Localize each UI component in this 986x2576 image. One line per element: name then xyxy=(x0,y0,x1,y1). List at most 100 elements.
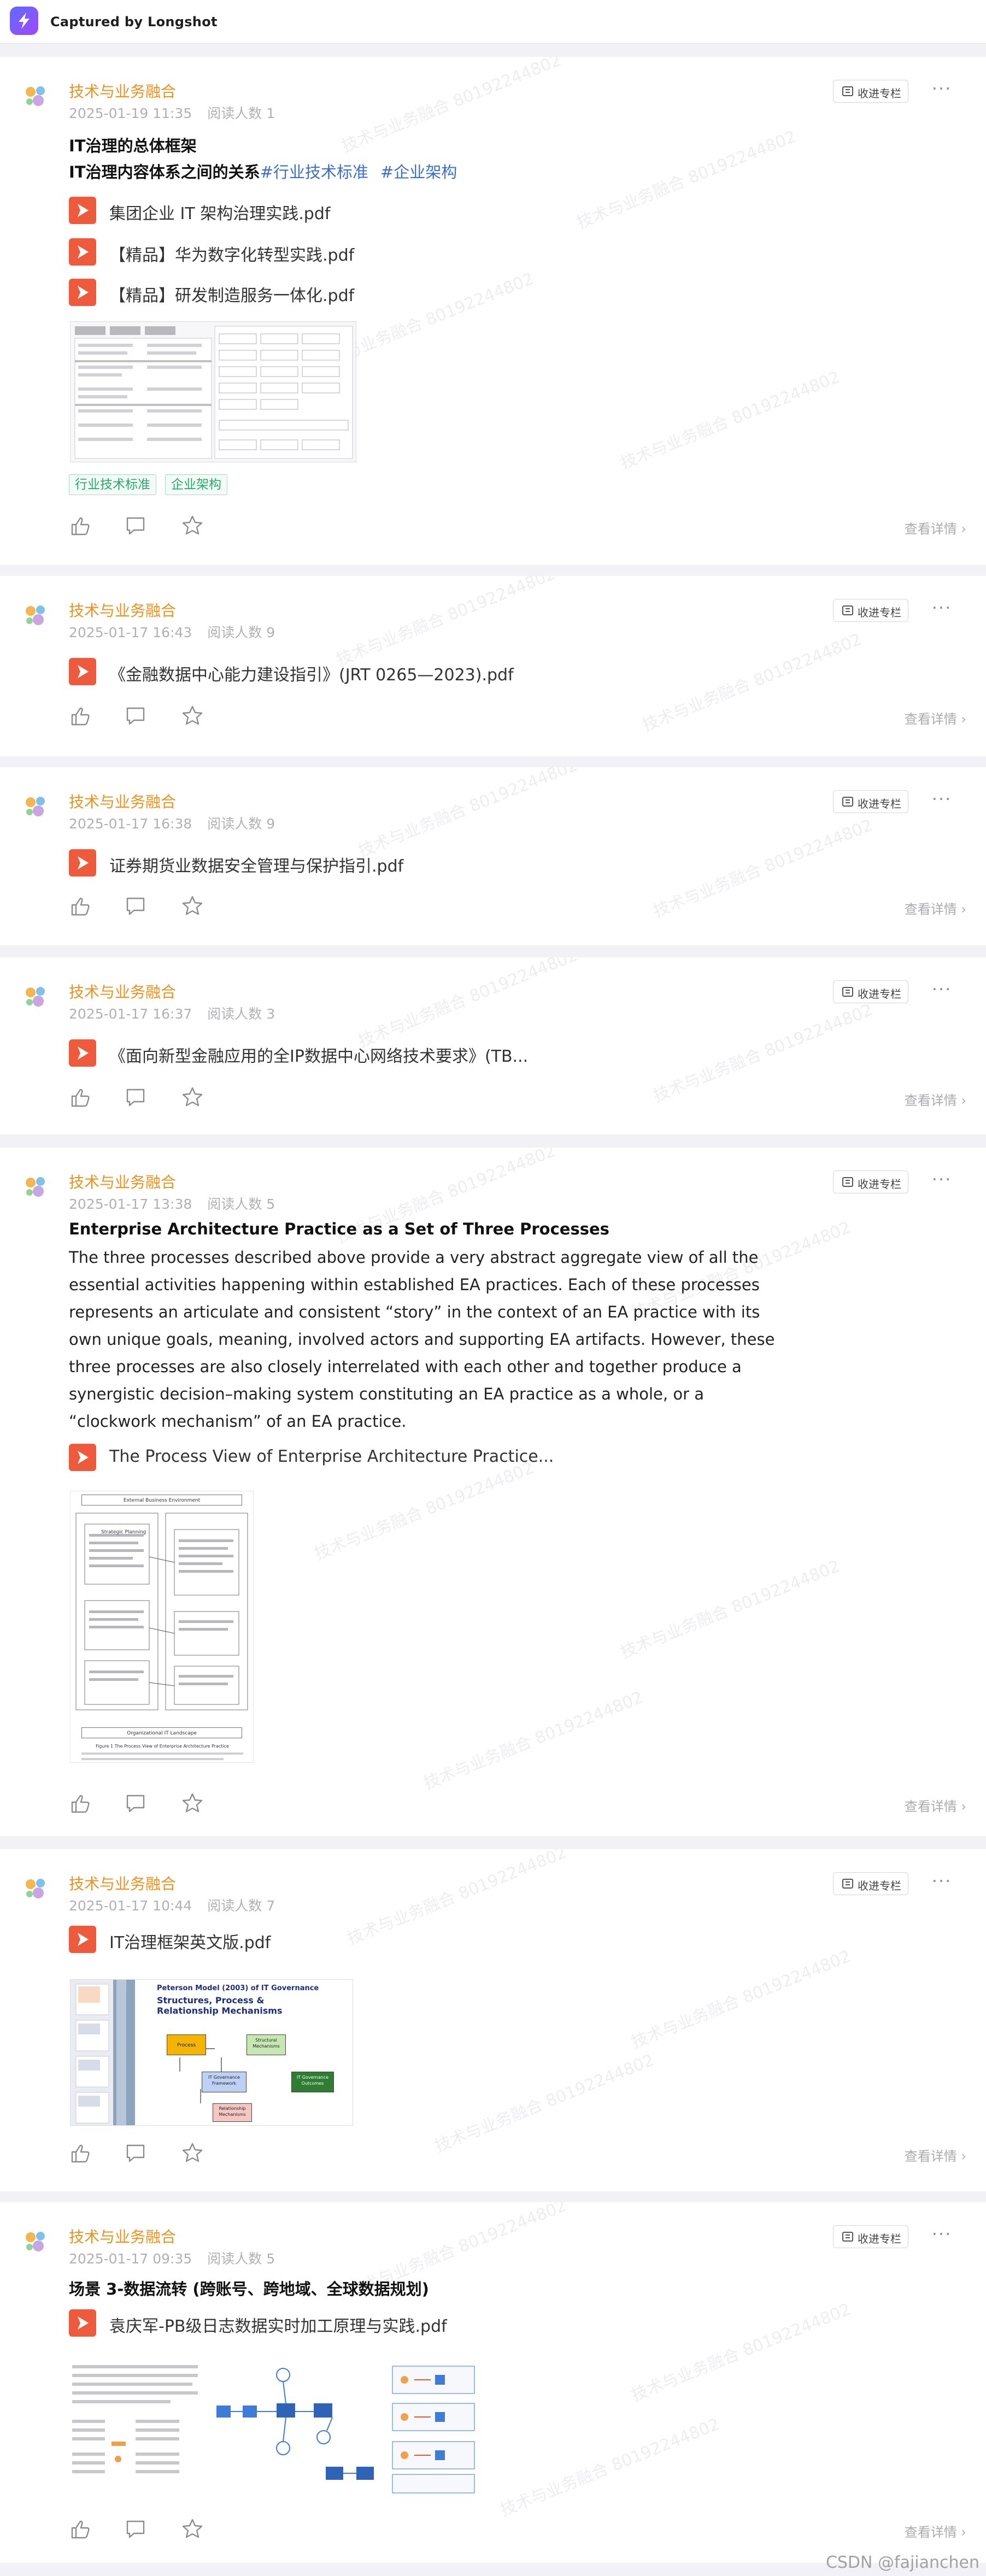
star-icon[interactable] xyxy=(181,1086,203,1108)
post-image-thumbnail[interactable] xyxy=(70,2360,507,2496)
collect-button[interactable]: 收进专栏 xyxy=(833,1872,908,1895)
author-name[interactable]: 技术与业务融合 xyxy=(69,1872,176,1894)
like-icon[interactable] xyxy=(70,1086,92,1108)
figure-box: Process xyxy=(167,2034,206,2055)
figure-caption: Figure 1 The Process View of Enterprise … xyxy=(96,1744,229,1749)
view-details-link[interactable]: 查看详情 › xyxy=(905,1090,966,1109)
more-options-button[interactable]: ··· xyxy=(928,80,955,102)
more-options-button[interactable]: ··· xyxy=(928,2225,955,2247)
like-icon[interactable] xyxy=(70,895,92,917)
collect-button[interactable]: 收进专栏 xyxy=(833,2225,908,2248)
figure-bottom-label: Organizational IT Landscape xyxy=(81,1727,242,1738)
column-icon xyxy=(842,2232,853,2242)
star-icon[interactable] xyxy=(181,895,203,917)
capture-title: Captured by Longshot xyxy=(50,14,218,30)
attachment-name: 《金融数据中心能力建设指引》(JRT 0265—2023).pdf xyxy=(109,666,514,685)
avatar[interactable] xyxy=(19,789,52,823)
pdf-file-icon xyxy=(69,849,96,877)
author-name[interactable]: 技术与业务融合 xyxy=(69,980,176,1002)
comment-icon[interactable] xyxy=(125,1086,146,1108)
watermark: 技术与业务融合 80192244802 xyxy=(355,767,580,861)
post-card: 技术与业务融合 80192244802 技术与业务融合 80192244802 … xyxy=(0,767,986,945)
like-icon[interactable] xyxy=(70,2518,92,2540)
like-icon[interactable] xyxy=(70,2142,92,2164)
hashtag-link[interactable]: #行业技术标准 xyxy=(260,163,368,181)
post-image-thumbnail[interactable] xyxy=(70,321,356,462)
collect-button[interactable]: 收进专栏 xyxy=(833,599,908,622)
comment-icon[interactable] xyxy=(125,1792,146,1814)
topic-tag[interactable]: 企业架构 xyxy=(165,474,227,495)
author-name[interactable]: 技术与业务融合 xyxy=(69,1171,176,1192)
like-icon[interactable] xyxy=(70,1792,92,1814)
post-meta: 2025-01-17 16:37 阅读人数 3 xyxy=(69,1003,290,1023)
author-name[interactable]: 技术与业务融合 xyxy=(69,80,176,102)
like-icon[interactable] xyxy=(70,705,92,727)
view-details-link[interactable]: 查看详情 › xyxy=(905,1796,966,1815)
star-icon[interactable] xyxy=(181,515,203,537)
attachment-name: IT治理框架英文版.pdf xyxy=(109,1933,271,1952)
more-options-button[interactable]: ··· xyxy=(928,599,955,621)
more-options-button[interactable]: ··· xyxy=(928,980,955,1002)
post-image-thumbnail[interactable]: Peterson Model (2003) of IT Governance S… xyxy=(70,1979,353,2126)
post-meta: 2025-01-19 11:35 阅读人数 1 xyxy=(69,103,290,122)
collect-button[interactable]: 收进专栏 xyxy=(833,980,908,1003)
post-date: 2025-01-17 10:44 xyxy=(69,1898,192,1914)
figure-caption-line xyxy=(81,1758,224,1760)
comment-icon[interactable] xyxy=(125,2518,146,2540)
collect-button[interactable]: 收进专栏 xyxy=(833,80,908,103)
more-options-button[interactable]: ··· xyxy=(928,1171,955,1192)
comment-icon[interactable] xyxy=(125,515,146,537)
star-icon[interactable] xyxy=(181,1792,203,1814)
avatar[interactable] xyxy=(19,1169,52,1203)
attachment-name: 【精品】研发制造服务一体化.pdf xyxy=(109,286,355,305)
column-icon xyxy=(842,86,853,96)
collect-label: 收进专栏 xyxy=(858,87,901,100)
post-card: 技术与业务融合 80192244802 技术与业务融合 80192244802 … xyxy=(0,1148,986,1836)
topic-tag[interactable]: 行业技术标准 xyxy=(69,474,156,495)
attachment-name: 集团企业 IT 架构治理实践.pdf xyxy=(109,204,331,224)
attachment-name: 证券期货业数据安全管理与保护指引.pdf xyxy=(109,857,404,876)
comment-icon[interactable] xyxy=(125,895,146,917)
author-name[interactable]: 技术与业务融合 xyxy=(69,2225,176,2247)
post-image-thumbnail[interactable]: External Business Environment Strategic … xyxy=(70,1491,254,1763)
author-name[interactable]: 技术与业务融合 xyxy=(69,790,176,812)
star-icon[interactable] xyxy=(181,2142,203,2164)
avatar[interactable] xyxy=(19,979,52,1013)
read-count: 阅读人数 1 xyxy=(207,105,275,121)
author-name[interactable]: 技术与业务融合 xyxy=(69,599,176,621)
avatar[interactable] xyxy=(19,2224,52,2258)
collect-button[interactable]: 收进专栏 xyxy=(833,1171,908,1193)
column-icon xyxy=(842,605,853,615)
more-options-button[interactable]: ··· xyxy=(928,790,955,812)
collect-label: 收进专栏 xyxy=(858,797,901,810)
more-options-button[interactable]: ··· xyxy=(928,1872,955,1894)
view-details-link[interactable]: 查看详情 › xyxy=(905,2145,966,2165)
hashtag-link[interactable]: #企业架构 xyxy=(380,163,457,181)
attachment-name: 【精品】华为数字化转型实践.pdf xyxy=(109,246,355,265)
view-details-link[interactable]: 查看详情 › xyxy=(905,518,966,537)
figure-box: Structural Mechanisms xyxy=(246,2034,286,2055)
star-icon[interactable] xyxy=(181,2518,203,2540)
column-icon xyxy=(842,797,853,807)
comment-icon[interactable] xyxy=(125,705,146,727)
view-details-link[interactable]: 查看详情 › xyxy=(905,2521,966,2540)
collect-label: 收进专栏 xyxy=(858,1879,901,1892)
post-card: 技术与业务融合 80192244802 技术与业务融合 80192244802 … xyxy=(0,576,986,756)
pdf-file-icon xyxy=(69,1444,96,1471)
figure-box: IT Governance Outcomes xyxy=(291,2072,334,2092)
post-date: 2025-01-17 09:35 xyxy=(69,2251,192,2267)
star-icon[interactable] xyxy=(181,705,203,727)
avatar[interactable] xyxy=(19,1871,52,1905)
watermark: 技术与业务融合 80192244802 xyxy=(355,957,580,1051)
attachment-name: The Process View of Enterprise Architect… xyxy=(109,1447,554,1466)
avatar[interactable] xyxy=(19,79,52,113)
comment-icon[interactable] xyxy=(125,2142,146,2164)
post-meta: 2025-01-17 16:43 阅读人数 9 xyxy=(69,622,290,642)
view-details-link[interactable]: 查看详情 › xyxy=(905,708,966,727)
post-card: 技术与业务融合 80192244802 技术与业务融合 80192244802 … xyxy=(0,57,986,565)
avatar[interactable] xyxy=(19,598,52,632)
view-details-link[interactable]: 查看详情 › xyxy=(905,898,966,918)
like-icon[interactable] xyxy=(70,515,92,537)
collect-button[interactable]: 收进专栏 xyxy=(833,790,908,813)
pdf-file-icon xyxy=(69,658,96,685)
